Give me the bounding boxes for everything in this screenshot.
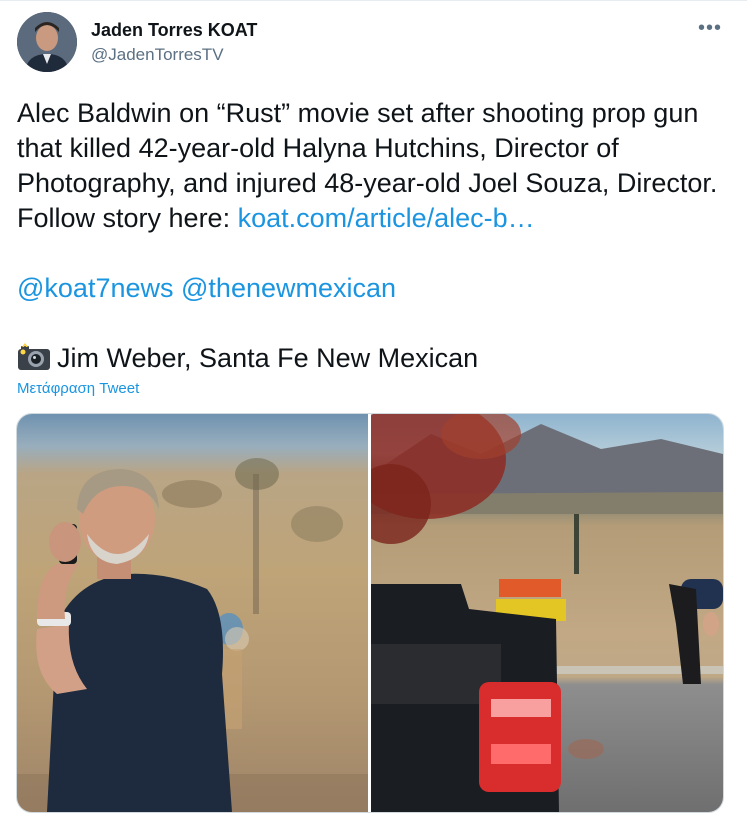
photo-crime-scene[interactable] [371, 414, 723, 812]
mention-koat7news[interactable]: @koat7news [17, 273, 174, 303]
more-options-icon[interactable]: ••• [698, 17, 722, 40]
avatar[interactable] [17, 12, 77, 72]
tweet-card: Jaden Torres KOAT @JadenTorresTV ••• Ale… [0, 0, 747, 821]
tweet-text: Alec Baldwin on “Rust” movie set after s… [17, 96, 732, 376]
photo-left-scene [17, 458, 368, 812]
article-link[interactable]: koat.com/article/alec-b… [238, 203, 535, 233]
translate-tweet-link[interactable]: Μετάφραση Tweet [17, 380, 139, 397]
author-handle[interactable]: @JadenTorresTV [91, 45, 224, 65]
tweet-paragraph: Alec Baldwin on “Rust” movie set after s… [17, 96, 732, 236]
mention-thenewmexican[interactable]: @thenewmexican [181, 273, 396, 303]
photo-right-scene [371, 414, 723, 812]
credit-text: Jim Weber, Santa Fe New Mexican [57, 343, 479, 373]
photo-credit: Jim Weber, Santa Fe New Mexican [17, 341, 732, 376]
camera-icon [17, 343, 51, 371]
photo-man-on-phone[interactable] [17, 414, 368, 812]
mentions: @koat7news @thenewmexican [17, 271, 732, 306]
author-name[interactable]: Jaden Torres KOAT [91, 20, 257, 41]
media-grid [16, 413, 724, 813]
avatar-image [17, 12, 77, 72]
